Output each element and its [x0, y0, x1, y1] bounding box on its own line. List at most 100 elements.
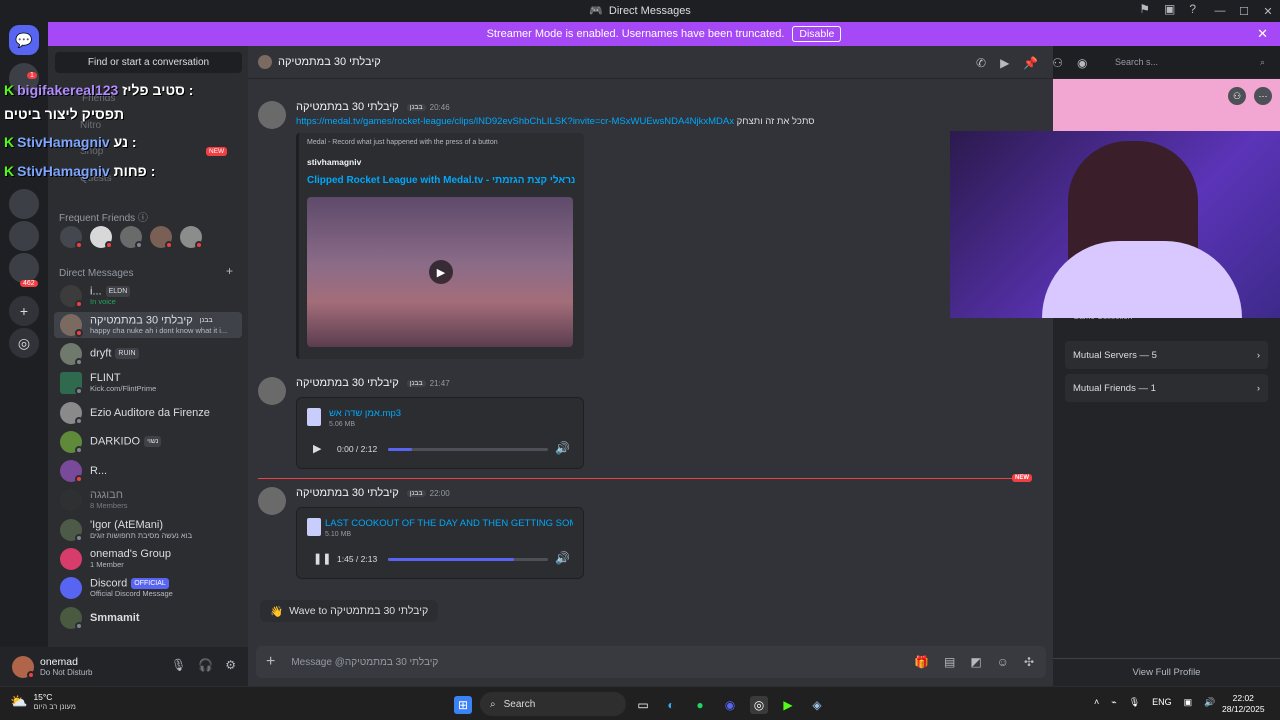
home-button[interactable]: 💬: [9, 25, 39, 55]
find-conversation-button[interactable]: Find or start a conversation: [55, 52, 242, 73]
inbox-icon[interactable]: ⚑: [1139, 2, 1150, 16]
help-icon[interactable]: ?: [1189, 2, 1196, 16]
dm-item[interactable]: Smmamit: [54, 605, 242, 631]
video-thumbnail[interactable]: ▶: [307, 197, 573, 347]
avatar[interactable]: [180, 226, 203, 249]
gif-icon[interactable]: ▤: [944, 655, 955, 669]
display-icon[interactable]: ▣: [1184, 697, 1193, 708]
wave-button[interactable]: 👋 Wave to קיבלתי 30 במתמטיקה: [260, 600, 439, 622]
message-input[interactable]: Message @קיבלתי 30 במתמטיקה: [291, 657, 438, 668]
pause-icon[interactable]: ❚❚: [313, 552, 331, 565]
user-status: Do Not Disturb: [40, 668, 93, 677]
volume-icon[interactable]: 🔊: [555, 441, 570, 455]
audio-progress-bar[interactable]: [388, 558, 548, 561]
dm-item[interactable]: Discord OFFICIAL Official Discord Message: [54, 575, 242, 601]
dm-item[interactable]: קיבלתי 30 במתמטיקה בבנן happy cha nuke ah …: [54, 312, 242, 338]
dm-item[interactable]: FLINT Kick.com/FlintPrime: [54, 370, 242, 396]
profile-banner: [1053, 79, 1280, 134]
overlay-chat-line: K StivHamagniv פחות :: [4, 163, 156, 179]
add-server-icon[interactable]: +: [9, 296, 39, 326]
author-name[interactable]: קיבלתי 30 במתמטיקה: [296, 101, 399, 113]
avatar[interactable]: [12, 655, 35, 679]
file-name[interactable]: אמן שדה אש.mp3: [329, 408, 401, 419]
avatar[interactable]: [90, 226, 113, 249]
more-icon[interactable]: ⋯: [1254, 87, 1272, 105]
spotify-icon[interactable]: ●: [691, 696, 709, 714]
clock[interactable]: 22:02 28/12/2025: [1222, 693, 1265, 715]
discover-icon[interactable]: ◎: [9, 328, 39, 358]
mutual-servers-button[interactable]: Mutual Servers — 5 ›: [1065, 341, 1268, 369]
add-friend-icon[interactable]: ⚇: [1228, 87, 1246, 105]
pin-icon[interactable]: 📌: [1023, 56, 1038, 70]
close-icon[interactable]: ✕: [1257, 26, 1268, 42]
play-icon[interactable]: ▶: [313, 442, 321, 455]
avatar[interactable]: [120, 226, 143, 249]
author-name[interactable]: קיבלתי 30 במתמטיקה: [296, 377, 399, 389]
emoji-icon[interactable]: ☺: [997, 655, 1009, 669]
avatar[interactable]: [60, 226, 83, 249]
dm-item[interactable]: DARKIDO נשוי: [54, 429, 242, 455]
start-icon[interactable]: ⊞: [454, 696, 472, 714]
server-folder[interactable]: [9, 253, 39, 283]
dm-item[interactable]: 'Igor (AtEMani) בוא נעשה מסיבת תחפושות זו…: [54, 517, 242, 543]
apps-icon[interactable]: ✣: [1024, 655, 1034, 669]
microphone-icon[interactable]: 🎙: [1129, 697, 1140, 708]
mention-badge: 462: [20, 280, 38, 287]
audio-progress-bar[interactable]: [388, 448, 548, 451]
screen-icon[interactable]: ▣: [1164, 2, 1175, 16]
user-profile-icon[interactable]: ◉: [1077, 56, 1087, 70]
taskbar-search[interactable]: ⌕ Search: [480, 692, 626, 716]
avatar: [60, 402, 83, 425]
search-input[interactable]: Search s... ⌕: [1109, 52, 1271, 72]
language-indicator[interactable]: ENG: [1152, 697, 1172, 708]
minimize-button[interactable]: —: [1208, 2, 1232, 20]
chrome-icon[interactable]: ◎: [750, 696, 768, 714]
author-name[interactable]: קיבלתי 30 במתמטיקה: [296, 487, 399, 499]
dm-item[interactable]: R...: [54, 458, 242, 484]
gear-icon[interactable]: ⚙: [225, 658, 236, 672]
steam-icon[interactable]: ◈: [808, 696, 826, 714]
maximize-button[interactable]: ☐: [1232, 2, 1256, 20]
dm-item[interactable]: Ezio Auditore da Firenze: [54, 400, 242, 426]
sticker-icon[interactable]: ◩: [970, 655, 981, 669]
message-composer[interactable]: + Message @קיבלתי 30 במתמטיקה 🎁 ▤ ◩ ☺ ✣: [256, 646, 1046, 678]
message-link[interactable]: https://medal.tv/games/rocket-league/cli…: [296, 116, 734, 127]
dm-item[interactable]: i... ELDN In voice: [54, 283, 242, 309]
microphone-icon[interactable]: 🎙: [171, 658, 186, 672]
new-dm-icon[interactable]: +: [226, 264, 233, 278]
audio-file-icon: [307, 518, 321, 536]
add-friends-icon[interactable]: ⚇: [1052, 56, 1063, 70]
embed-title[interactable]: Clipped Rocket League with Medal.tv - נר…: [307, 175, 575, 186]
avatar[interactable]: [258, 487, 286, 515]
chevron-up-icon[interactable]: ˄: [1094, 697, 1099, 708]
avatar[interactable]: [258, 101, 286, 129]
add-attachment-icon[interactable]: +: [266, 653, 275, 671]
volume-icon[interactable]: 🔊: [1204, 697, 1215, 708]
dm-item[interactable]: dryft RUIN: [54, 341, 242, 367]
call-icon[interactable]: ✆: [976, 56, 986, 70]
file-name[interactable]: LAST COOKOUT OF THE DAY AND THEN GETTING…: [325, 518, 573, 529]
server-folder[interactable]: [9, 221, 39, 251]
avatar[interactable]: [258, 377, 286, 405]
task-view-icon[interactable]: ▭: [634, 696, 652, 714]
overlay-chat-line: תפסיק ליצור ביטים: [4, 106, 124, 122]
play-icon[interactable]: ▶: [429, 260, 453, 284]
dm-item[interactable]: onemad's Group 1 Member: [54, 546, 242, 572]
gift-icon[interactable]: 🎁: [914, 655, 929, 669]
weather-widget[interactable]: ⛅ 15°C מעונן רב היום: [10, 692, 76, 711]
kick-icon[interactable]: ▶: [779, 696, 797, 714]
discord-icon[interactable]: ◉: [721, 696, 739, 714]
headphones-icon[interactable]: 🎧: [198, 658, 213, 672]
mutual-friends-button[interactable]: Mutual Friends — 1 ›: [1065, 374, 1268, 402]
dm-item[interactable]: חבוגגה 8 Members: [54, 487, 242, 513]
link-embed: Medal - Record what just happened with t…: [296, 133, 584, 359]
avatar[interactable]: [150, 226, 173, 249]
view-full-profile-button[interactable]: View Full Profile: [1053, 658, 1280, 686]
edge-icon[interactable]: ◐: [662, 696, 680, 714]
volume-icon[interactable]: 🔊: [555, 551, 570, 565]
video-icon[interactable]: ▶: [1000, 56, 1009, 70]
disable-button[interactable]: Disable: [792, 26, 842, 42]
network-icon[interactable]: ⌁: [1111, 697, 1116, 708]
server-icon[interactable]: [9, 189, 39, 219]
close-button[interactable]: ✕: [1256, 2, 1280, 20]
